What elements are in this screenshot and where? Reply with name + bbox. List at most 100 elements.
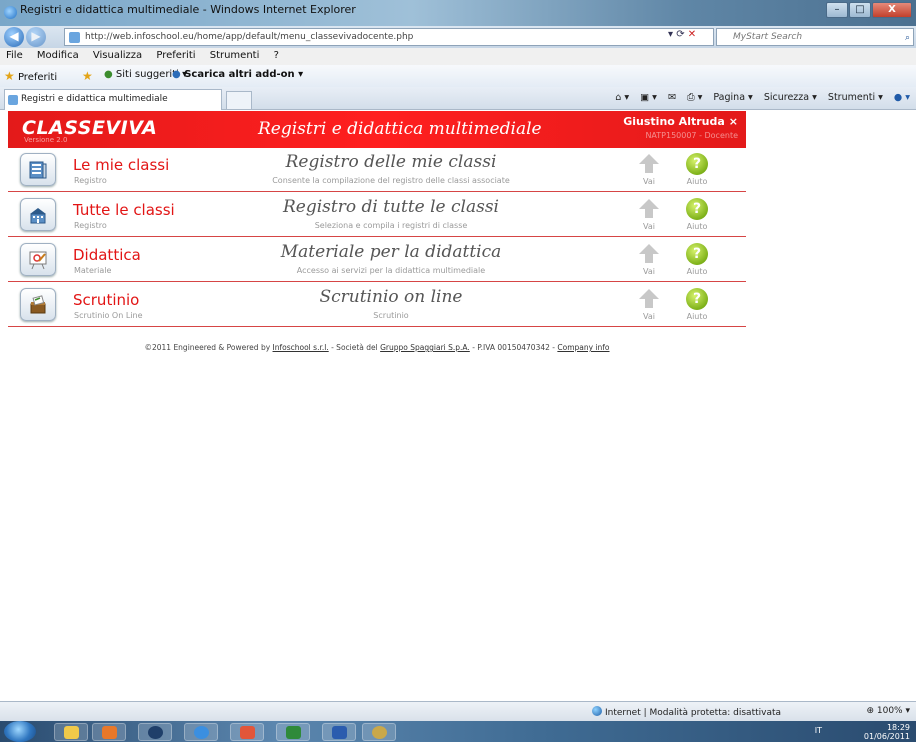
tab-page-icon — [8, 95, 18, 105]
help-icon[interactable]: ● ▾ — [894, 92, 910, 103]
help-label: Aiuto — [686, 267, 708, 276]
menu-strumenti-cmd[interactable]: Strumenti ▾ — [828, 92, 883, 103]
menu-preferiti[interactable]: Preferiti — [150, 48, 200, 61]
menu-modifica[interactable]: Modifica — [31, 48, 84, 61]
go-button[interactable]: Vai — [636, 285, 662, 325]
go-button[interactable]: Vai — [636, 195, 662, 235]
row-title[interactable]: Le mie classi — [73, 156, 169, 174]
start-button[interactable] — [4, 721, 36, 742]
page-icon — [69, 32, 80, 43]
search-icon[interactable]: ⌕ — [905, 30, 910, 46]
status-bar: Internet | Modalità protetta: disattivat… — [0, 701, 916, 721]
tab-registri[interactable]: Registri e didattica multimediale — [4, 89, 222, 110]
close-button[interactable]: X — [872, 2, 912, 18]
company-info-link[interactable]: Company info — [557, 343, 609, 352]
home-icon[interactable]: ⌂ ▾ — [615, 92, 629, 103]
school-icon[interactable] — [20, 198, 56, 231]
add-favorite-button[interactable]: ★ — [82, 69, 93, 83]
go-button[interactable]: Vai — [636, 150, 662, 190]
row-heading: Registro delle mie classi — [285, 152, 497, 172]
menu-bar: File Modifica Visualizza Preferiti Strum… — [0, 48, 916, 65]
zoom-control[interactable]: ⊕ 100% ▾ — [866, 706, 910, 716]
maximize-button[interactable]: □ — [849, 2, 871, 18]
back-button[interactable]: ◀ — [4, 27, 24, 47]
help-button[interactable]: ? Aiuto — [680, 285, 714, 325]
media-player-icon[interactable] — [92, 723, 126, 741]
forward-button[interactable]: ▶ — [26, 27, 46, 47]
command-bar: ⌂ ▾ ▣ ▾ ✉ ⎙ ▾ Pagina ▾ Sicurezza ▾ Strum… — [607, 92, 910, 103]
clock-time[interactable]: 18:29 — [864, 723, 910, 732]
help-button[interactable]: ? Aiuto — [680, 150, 714, 190]
tab-bar: Registri e didattica multimediale ⌂ ▾ ▣ … — [0, 87, 916, 110]
url-text: http://web.infoschool.eu/home/app/defaul… — [85, 32, 414, 42]
clock-date[interactable]: 01/06/2011 — [864, 732, 910, 741]
row-subtitle: Scrutinio On Line — [74, 311, 143, 320]
user-name: Giustino Altruda × — [623, 115, 738, 128]
row-title[interactable]: Scrutinio — [73, 291, 139, 309]
paint-icon[interactable] — [362, 723, 396, 741]
add-star-icon: ★ — [82, 69, 93, 83]
infoschool-link[interactable]: Infoschool s.r.l. — [273, 343, 329, 352]
url-input[interactable]: http://web.infoschool.eu/home/app/defaul… — [64, 28, 714, 46]
get-addons-label: Scarica altri add-on ▾ — [184, 69, 304, 80]
menu-file[interactable]: File — [0, 48, 28, 61]
feeds-icon[interactable]: ▣ ▾ — [640, 92, 657, 103]
whiteboard-icon[interactable] — [20, 243, 56, 276]
excel-icon[interactable] — [276, 723, 310, 741]
question-icon: ? — [686, 243, 708, 265]
taskbar: IT 18:29 01/06/2011 — [0, 721, 916, 742]
menu-pagina[interactable]: Pagina ▾ — [713, 92, 752, 103]
get-addons-button[interactable]: ● Scarica altri add-on ▾ — [172, 69, 303, 80]
menu-strumenti[interactable]: Strumenti — [204, 48, 265, 61]
ballot-box-icon[interactable] — [20, 288, 56, 321]
mail-icon[interactable]: ✉ — [668, 92, 676, 103]
language-indicator[interactable]: IT — [815, 726, 822, 735]
dropdown-icon[interactable]: ▾ — [668, 29, 673, 40]
minimize-button[interactable]: – — [826, 2, 848, 18]
user-name-text: Giustino Altruda — [623, 115, 725, 128]
row-title[interactable]: Tutte le classi — [73, 201, 175, 219]
menu-help[interactable]: ? — [268, 48, 284, 61]
refresh-icon[interactable]: ⟳ — [676, 29, 684, 40]
row-description: Accesso ai servizi per la didattica mult… — [296, 266, 486, 275]
up-arrow-icon — [639, 289, 659, 299]
user-info: NATP150007 - Docente — [645, 131, 738, 140]
hp-icon[interactable] — [138, 723, 172, 741]
help-button[interactable]: ? Aiuto — [680, 240, 714, 280]
menu-row-didattica: Didattica Materiale Materiale per la did… — [8, 238, 746, 282]
row-description: Scrutinio — [373, 311, 409, 320]
mail-app-icon[interactable] — [230, 723, 264, 741]
register-icon[interactable] — [20, 153, 56, 186]
suggested-sites-icon: ● — [104, 69, 113, 80]
logout-icon[interactable]: × — [729, 115, 738, 128]
search-placeholder: MyStart Search — [733, 32, 803, 42]
new-tab-button[interactable] — [226, 91, 252, 109]
row-title[interactable]: Didattica — [73, 246, 141, 264]
question-icon: ? — [686, 153, 708, 175]
menu-visualizza[interactable]: Visualizza — [87, 48, 147, 61]
help-button[interactable]: ? Aiuto — [680, 195, 714, 235]
system-tray: IT 18:29 01/06/2011 — [815, 723, 910, 741]
print-icon[interactable]: ⎙ ▾ — [687, 92, 702, 103]
explorer-icon[interactable] — [54, 723, 88, 741]
address-bar: ◀ ▶ http://web.infoschool.eu/home/app/de… — [0, 26, 916, 48]
up-arrow-icon — [639, 244, 659, 254]
go-label: Vai — [643, 177, 655, 186]
security-zone[interactable]: Internet | Modalità protetta: disattivat… — [592, 706, 781, 718]
go-label: Vai — [643, 222, 655, 231]
footer-text: - Società del — [328, 343, 381, 352]
row-subtitle: Registro — [74, 221, 107, 230]
favorites-button[interactable]: ★ Preferiti — [4, 69, 57, 83]
favorites-label: Preferiti — [17, 72, 58, 83]
url-tools: ▾ ⟳ ✕ — [668, 29, 696, 40]
question-icon: ? — [686, 198, 708, 220]
favorites-bar: ★ Preferiti ★ ● Siti suggeriti ▾ ● Scari… — [0, 65, 916, 87]
ie-small-icon: ● — [172, 69, 181, 80]
stop-icon[interactable]: ✕ — [688, 29, 696, 40]
go-button[interactable]: Vai — [636, 240, 662, 280]
internet-explorer-icon[interactable] — [184, 723, 218, 741]
word-icon[interactable] — [322, 723, 356, 741]
gruppo-spaggiari-link[interactable]: Gruppo Spaggiari S.p.A. — [380, 343, 470, 352]
menu-sicurezza[interactable]: Sicurezza ▾ — [764, 92, 817, 103]
search-input[interactable]: MyStart Search ⌕ — [716, 28, 914, 46]
